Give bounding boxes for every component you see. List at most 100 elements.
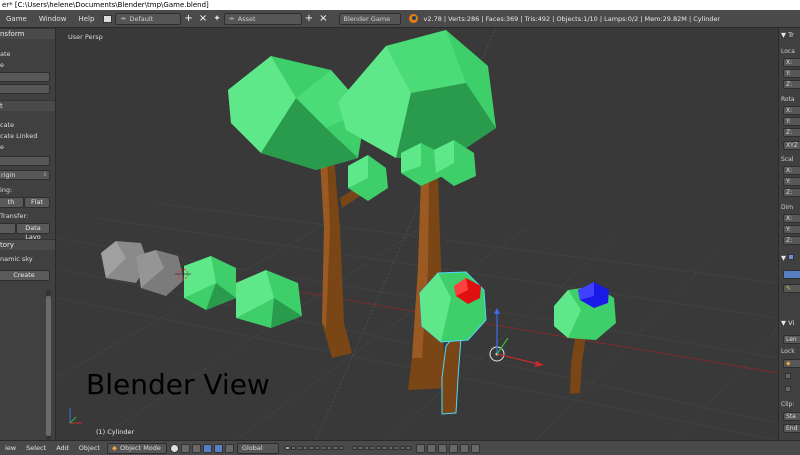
- checkbox-icon[interactable]: [785, 373, 791, 379]
- transform-panel-header[interactable]: nsform: [0, 28, 55, 39]
- pivot-point-icon[interactable]: [180, 443, 190, 453]
- layer-buttons-2[interactable]: [351, 446, 411, 450]
- render-engine-select[interactable]: Blender Game: [338, 12, 401, 25]
- lock-camera-checkbox-row[interactable]: [783, 386, 800, 395]
- clip-start-field[interactable]: Sta: [783, 412, 800, 421]
- scene-icon[interactable]: ✦: [213, 14, 221, 24]
- mode-select[interactable]: ◆ Object Mode: [106, 442, 167, 454]
- clip-end-field[interactable]: End: [783, 424, 800, 433]
- layer-3[interactable]: [296, 446, 302, 450]
- snap-icon[interactable]: [437, 443, 447, 453]
- layer-4[interactable]: [302, 446, 308, 450]
- transform-manipulator[interactable]: [489, 308, 544, 367]
- remove-scene-button[interactable]: ×: [316, 13, 330, 25]
- scene-select[interactable]: ◂▸ Asset: [223, 12, 302, 25]
- lock-cursor-checkbox-row[interactable]: [783, 373, 800, 382]
- layer-7[interactable]: [320, 446, 326, 450]
- tool-rotate[interactable]: e: [0, 61, 4, 69]
- layer-19[interactable]: [399, 446, 405, 450]
- layer-13[interactable]: [363, 446, 369, 450]
- screen-layout-select[interactable]: ◂▸ Default: [115, 12, 182, 25]
- shade-smooth-button[interactable]: th: [0, 197, 24, 208]
- transform-panel-header-right[interactable]: ▼ Tr: [779, 30, 800, 40]
- location-y-field[interactable]: Y:: [783, 69, 800, 78]
- tool-scale-field[interactable]: [0, 72, 50, 82]
- edit-panel-header[interactable]: t: [0, 100, 55, 111]
- view-panel-header[interactable]: ▼ Vi: [779, 318, 800, 328]
- layer-18[interactable]: [393, 446, 399, 450]
- tree-tall-canopy[interactable]: [338, 30, 496, 158]
- menu-help[interactable]: Help: [72, 15, 100, 23]
- layer-20[interactable]: [405, 446, 411, 450]
- tool-delete[interactable]: e: [0, 143, 4, 151]
- menu-add[interactable]: Add: [51, 444, 74, 452]
- grease-pencil-panel-header[interactable]: ▼: [779, 253, 800, 263]
- scale-manipulator-icon[interactable]: [224, 443, 234, 453]
- location-x-field[interactable]: X:: [783, 58, 800, 67]
- tool-duplicate[interactable]: cate: [0, 121, 14, 129]
- create-button[interactable]: Create: [0, 270, 50, 281]
- history-panel-header[interactable]: tory: [0, 239, 55, 250]
- tool-translate[interactable]: ate: [0, 50, 11, 58]
- camera-icon[interactable]: [470, 443, 480, 453]
- menu-select[interactable]: Select: [21, 444, 51, 452]
- rotation-z-field[interactable]: Z:: [783, 128, 800, 137]
- rotation-y-field[interactable]: Y:: [783, 117, 800, 126]
- layer-1[interactable]: [284, 446, 290, 450]
- lock-object-field[interactable]: ◆: [783, 359, 800, 368]
- tool-duplicate-linked[interactable]: cate Linked: [0, 132, 37, 140]
- pencil-icon-field[interactable]: ✎: [783, 284, 800, 293]
- rock-group[interactable]: [101, 241, 184, 296]
- layer-17[interactable]: [387, 446, 393, 450]
- green-bush-1[interactable]: [184, 256, 236, 310]
- transform-orientation-select[interactable]: Global: [236, 442, 279, 454]
- layer-15[interactable]: [375, 446, 381, 450]
- tool-shelf-scrollbar-thumb[interactable]: [46, 296, 51, 436]
- menu-window[interactable]: Window: [33, 15, 73, 23]
- layer-buttons[interactable]: [284, 446, 344, 450]
- rotation-mode-select[interactable]: XYZ: [783, 141, 800, 150]
- grease-pencil-button[interactable]: [783, 270, 800, 279]
- layer-6[interactable]: [314, 446, 320, 450]
- location-z-field[interactable]: Z:: [783, 80, 800, 89]
- layer-5[interactable]: [308, 446, 314, 450]
- layer-16[interactable]: [381, 446, 387, 450]
- viewport-shading-icon[interactable]: [169, 443, 179, 453]
- add-scene-button[interactable]: +: [302, 13, 316, 25]
- tool-join-field[interactable]: [0, 156, 50, 166]
- 3d-viewport[interactable]: User Persp Blender View (1) Cylinder: [56, 28, 778, 440]
- proportional-edit-icon[interactable]: [426, 443, 436, 453]
- menu-game[interactable]: Game: [0, 15, 33, 23]
- green-bush-2[interactable]: [236, 270, 302, 328]
- checkbox-icon[interactable]: [785, 386, 791, 392]
- layer-2[interactable]: [290, 446, 296, 450]
- lens-field[interactable]: Len: [783, 335, 800, 344]
- tool-mirror-field[interactable]: [0, 84, 50, 94]
- layer-8[interactable]: [326, 446, 332, 450]
- lock-camera-icon[interactable]: [415, 443, 425, 453]
- translate-manipulator-icon[interactable]: [202, 443, 212, 453]
- checkbox-icon[interactable]: [788, 254, 795, 260]
- screen-layout-icon[interactable]: [103, 14, 113, 23]
- shade-flat-button[interactable]: Flat: [24, 197, 50, 208]
- manipulator-toggle-icon[interactable]: [191, 443, 201, 453]
- layer-9[interactable]: [332, 446, 338, 450]
- data-transfer-button[interactable]: [0, 223, 16, 234]
- layer-12[interactable]: [357, 446, 363, 450]
- rotation-x-field[interactable]: X:: [783, 106, 800, 115]
- layer-14[interactable]: [369, 446, 375, 450]
- render-icon[interactable]: [459, 443, 469, 453]
- snap-target-icon[interactable]: [448, 443, 458, 453]
- scale-z-field[interactable]: Z:: [783, 188, 800, 197]
- scale-y-field[interactable]: Y:: [783, 177, 800, 186]
- set-origin-select[interactable]: rigin ⇕: [0, 170, 50, 180]
- menu-view[interactable]: iew: [0, 444, 21, 452]
- dimensions-x-field[interactable]: X:: [783, 214, 800, 223]
- dimensions-y-field[interactable]: Y:: [783, 225, 800, 234]
- layer-11[interactable]: [351, 446, 357, 450]
- add-screen-button[interactable]: +: [181, 13, 195, 25]
- layer-10[interactable]: [338, 446, 344, 450]
- rotate-manipulator-icon[interactable]: [213, 443, 223, 453]
- dimensions-z-field[interactable]: Z:: [783, 236, 800, 245]
- data-layout-button[interactable]: Data Layo: [16, 223, 50, 241]
